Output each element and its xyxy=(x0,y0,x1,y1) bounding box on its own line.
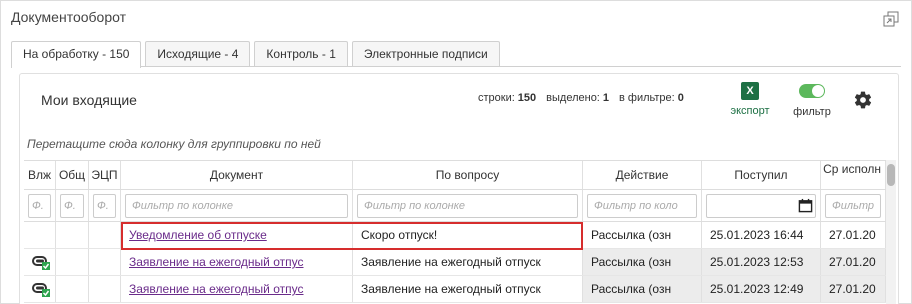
stat-selected: выделено: 1 xyxy=(546,92,609,104)
table-row[interactable]: Заявление на ежегодный отпус Заявление н… xyxy=(24,276,886,303)
toggle-switch-icon xyxy=(799,84,825,98)
filter-input-common[interactable]: Ф. xyxy=(60,194,84,218)
filter-input-document[interactable]: Фильтр по колонке xyxy=(125,194,348,218)
col-header-action[interactable]: Действие xyxy=(583,161,702,189)
restore-window-icon[interactable] xyxy=(883,11,899,27)
filter-label: фильтр xyxy=(793,106,831,118)
scroll-thumb[interactable] xyxy=(887,164,895,186)
gear-icon[interactable] xyxy=(853,90,873,110)
excel-icon: X xyxy=(741,82,759,100)
signature-cell xyxy=(89,222,121,248)
stat-rows: строки: 150 xyxy=(478,92,537,104)
filter-input-signature[interactable]: Ф. xyxy=(93,194,116,218)
attachment-cell xyxy=(24,276,56,302)
document-flow-panel: Документооборот На обработку - 150 Исход… xyxy=(0,0,912,304)
due-cell: 27.01.20 xyxy=(821,249,886,275)
col-header-attachment[interactable]: Влж xyxy=(24,161,56,189)
document-link[interactable]: Заявление на ежегодный отпус xyxy=(129,282,304,296)
tab-e-signatures[interactable]: Электронные подписи xyxy=(351,41,500,67)
list-stats: строки: 150 выделено: 1 в фильтре: 0 xyxy=(478,92,694,104)
table-row[interactable]: Заявление на ежегодный отпус Заявление н… xyxy=(24,249,886,276)
col-header-question[interactable]: По вопросу xyxy=(353,161,583,189)
attachment-signed-icon[interactable] xyxy=(32,281,50,297)
attachment-cell xyxy=(24,249,56,275)
due-cell: 27.01.20 xyxy=(821,276,886,302)
document-link[interactable]: Заявление на ежегодный отпус xyxy=(129,255,304,269)
filter-input-due[interactable]: Фильтр xyxy=(825,194,881,218)
received-cell: 25.01.2023 12:49 xyxy=(702,276,821,302)
col-header-received[interactable]: Поступил xyxy=(702,161,821,189)
filter-toggle[interactable]: фильтр xyxy=(790,82,834,118)
attachment-cell xyxy=(24,222,56,248)
action-cell: Рассылка (озн xyxy=(583,222,702,248)
tab-inbox[interactable]: На обработку - 150 xyxy=(11,41,142,68)
list-title: Мои входящие xyxy=(41,92,137,108)
tab-divider xyxy=(11,66,901,67)
col-header-common[interactable]: Общ xyxy=(56,161,89,189)
document-cell: Заявление на ежегодный отпус xyxy=(121,249,353,275)
common-cell xyxy=(56,249,89,275)
documents-grid: Влж Общ ЭЦП Документ По вопросу Действие… xyxy=(24,160,886,304)
attachment-signed-icon[interactable] xyxy=(32,254,50,270)
group-by-hint: Перетащите сюда колонку для группировки … xyxy=(27,137,321,151)
common-cell xyxy=(56,222,89,248)
table-row[interactable]: Уведомление об отпуске Скоро отпуск! Рас… xyxy=(24,222,886,249)
export-button[interactable]: X экспорт xyxy=(726,82,774,117)
tab-outgoing[interactable]: Исходящие - 4 xyxy=(145,41,251,67)
document-link[interactable]: Уведомление об отпуске xyxy=(129,228,267,242)
col-header-signature[interactable]: ЭЦП xyxy=(89,161,121,189)
panel-title: Документооборот xyxy=(11,9,127,25)
document-cell: Заявление на ежегодный отпус xyxy=(121,276,353,302)
grid-header-row: Влж Общ ЭЦП Документ По вопросу Действие… xyxy=(24,160,886,190)
stat-filtered: в фильтре: 0 xyxy=(619,92,684,104)
calendar-icon[interactable] xyxy=(798,198,813,213)
filter-input-received[interactable] xyxy=(706,194,816,218)
filter-input-action[interactable]: Фильтр по коло xyxy=(587,194,697,218)
received-cell: 25.01.2023 12:53 xyxy=(702,249,821,275)
question-cell: Заявление на ежегодный отпуск xyxy=(353,276,583,302)
col-header-due[interactable]: Ср исполн xyxy=(821,161,886,189)
export-label: экспорт xyxy=(730,105,770,117)
vertical-scrollbar[interactable] xyxy=(886,160,896,304)
grid-filter-row: Ф. Ф. Ф. Фильтр по колонке Фильтр по кол… xyxy=(24,190,886,222)
question-cell: Скоро отпуск! xyxy=(353,222,583,248)
filter-input-attachment[interactable]: Ф. xyxy=(28,194,51,218)
inbox-content: Мои входящие строки: 150 выделено: 1 в фил… xyxy=(19,73,899,304)
tab-bar: На обработку - 150 Исходящие - 4 Контрол… xyxy=(11,41,504,68)
received-cell: 25.01.2023 16:44 xyxy=(702,222,821,248)
action-cell: Рассылка (озн xyxy=(583,249,702,275)
common-cell xyxy=(56,276,89,302)
tab-control[interactable]: Контроль - 1 xyxy=(254,41,348,67)
col-header-document[interactable]: Документ xyxy=(121,161,353,189)
signature-cell xyxy=(89,249,121,275)
action-cell: Рассылка (озн xyxy=(583,276,702,302)
filter-input-question[interactable]: Фильтр по колонке xyxy=(357,194,578,218)
signature-cell xyxy=(89,276,121,302)
due-cell: 27.01.20 xyxy=(821,222,886,248)
document-cell: Уведомление об отпуске xyxy=(121,222,353,248)
question-cell: Заявление на ежегодный отпуск xyxy=(353,249,583,275)
